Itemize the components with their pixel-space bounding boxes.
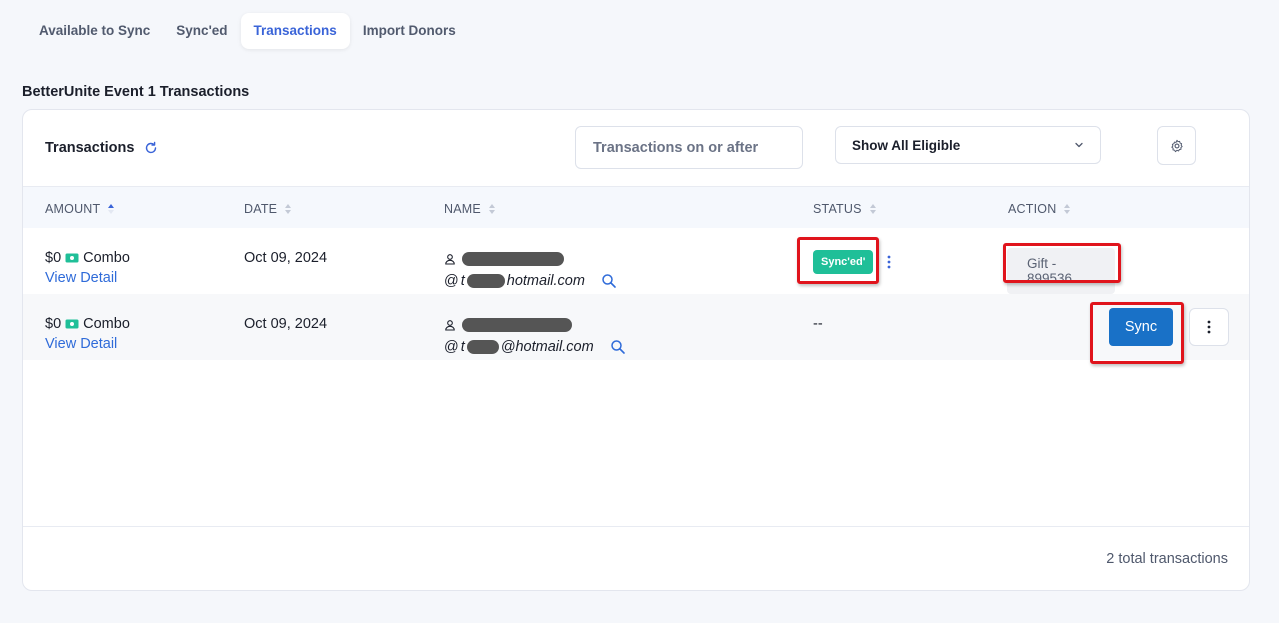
amount-type: Combo — [83, 316, 130, 332]
tab-synced[interactable]: Sync'ed — [163, 13, 240, 49]
at-icon: @ — [444, 339, 459, 355]
column-label: DATE — [244, 202, 278, 216]
status-cell: Sync'ed' — [813, 250, 891, 274]
table-row: $0 Combo View Detail Oct 09, 2024 @ t — [23, 228, 1249, 294]
table-toolbar: Transactions Show All Eligible — [23, 110, 1249, 186]
sort-icon — [869, 204, 876, 214]
view-detail-link[interactable]: View Detail — [45, 270, 130, 286]
amount-type: Combo — [83, 250, 130, 266]
date-filter-input[interactable] — [575, 126, 803, 169]
table-footer: 2 total transactions — [23, 526, 1249, 590]
column-header-name[interactable]: NAME — [444, 202, 496, 216]
email-prefix: t — [460, 339, 465, 355]
refresh-icon[interactable] — [143, 140, 159, 156]
tab-bar: Available to Sync Sync'ed Transactions I… — [26, 13, 469, 49]
column-label: AMOUNT — [45, 202, 101, 216]
toolbar-title: Transactions — [45, 140, 135, 156]
gift-reference: Gift - 899536 — [1007, 248, 1115, 294]
column-label: NAME — [444, 202, 481, 216]
email-domain: hotmail.com — [506, 273, 585, 289]
amount-cell: $0 Combo View Detail — [45, 316, 130, 352]
column-header-date[interactable]: DATE — [244, 202, 292, 216]
tab-import-donors[interactable]: Import Donors — [350, 13, 469, 49]
more-actions-button[interactable] — [1189, 308, 1229, 346]
total-count: 2 total transactions — [1106, 551, 1228, 567]
sort-icon — [285, 204, 292, 214]
status-badge: Sync'ed' — [813, 250, 874, 274]
email-domain: @hotmail.com — [500, 339, 594, 355]
at-icon: @ — [444, 273, 459, 289]
tab-transactions[interactable]: Transactions — [240, 13, 350, 49]
sort-icon — [1064, 204, 1071, 214]
redacted-name — [462, 318, 572, 332]
name-cell: @ t hotmail.com — [444, 250, 617, 290]
cash-icon — [65, 319, 79, 329]
column-header-status[interactable]: STATUS — [813, 202, 877, 216]
user-icon — [445, 320, 455, 331]
column-header-action[interactable]: ACTION — [1008, 202, 1071, 216]
amount-value: $0 — [45, 250, 62, 266]
more-vertical-icon[interactable] — [887, 255, 891, 269]
redacted-email — [466, 274, 505, 288]
settings-button[interactable] — [1157, 126, 1196, 165]
gear-icon — [1170, 139, 1183, 152]
column-header-amount[interactable]: AMOUNT — [45, 202, 115, 216]
cash-icon — [65, 253, 79, 263]
chevron-down-icon — [1075, 142, 1083, 148]
table-header: AMOUNT DATE NAME STATUS ACTION — [23, 186, 1249, 228]
sort-asc-icon — [108, 204, 115, 214]
more-vertical-icon — [1207, 320, 1211, 334]
date-cell: Oct 09, 2024 — [244, 250, 328, 266]
page-title: BetterUnite Event 1 Transactions — [22, 84, 250, 100]
eligibility-filter-select[interactable]: Show All Eligible — [835, 126, 1101, 164]
action-cell: Sync — [1109, 308, 1229, 346]
transactions-card: Transactions Show All Eligible AMOUNT — [22, 109, 1250, 591]
view-detail-link[interactable]: View Detail — [45, 336, 130, 352]
table-row: $0 Combo View Detail Oct 09, 2024 @ t — [23, 294, 1249, 360]
amount-cell: $0 Combo View Detail — [45, 250, 130, 286]
column-label: STATUS — [813, 202, 862, 216]
name-cell: @ t @hotmail.com — [444, 316, 626, 356]
amount-value: $0 — [45, 316, 62, 332]
tab-available-to-sync[interactable]: Available to Sync — [26, 13, 163, 49]
search-icon[interactable] — [601, 273, 617, 289]
redacted-name — [462, 252, 564, 266]
sort-icon — [488, 204, 495, 214]
email-prefix: t — [460, 273, 465, 289]
action-cell: Gift - 899536 — [1007, 248, 1115, 294]
sync-button[interactable]: Sync — [1109, 308, 1173, 346]
user-icon — [445, 254, 455, 265]
search-icon[interactable] — [610, 339, 626, 355]
column-label: ACTION — [1008, 202, 1057, 216]
status-cell: -- — [813, 316, 823, 332]
date-cell: Oct 09, 2024 — [244, 316, 328, 332]
filter-select-value: Show All Eligible — [852, 137, 961, 153]
redacted-email — [466, 340, 499, 354]
